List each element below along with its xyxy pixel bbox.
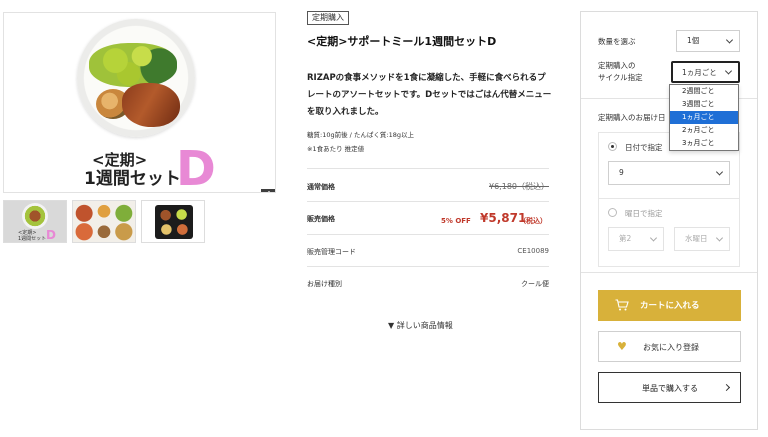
shipping-type-row: お届け種別 クール便	[307, 266, 549, 299]
fieldset-separator	[599, 198, 739, 199]
thumbnail-caption: <定期> 1週間セット	[18, 230, 47, 242]
week-number-value: 第2	[619, 234, 632, 243]
buy-single-label: 単品で購入する	[642, 384, 698, 393]
week-number-select[interactable]: 第2	[608, 227, 664, 251]
regular-price-value: ¥6,180（税込）	[489, 182, 549, 191]
weekday-value: 水曜日	[685, 234, 708, 243]
quantity-select[interactable]: 1個	[676, 30, 740, 52]
product-details-link[interactable]: ▼ 詳しい商品情報	[388, 320, 453, 331]
sale-price-row: 販売価格 5% OFF ¥5,871 （税込）	[307, 201, 549, 234]
food-greens-image	[89, 43, 177, 87]
subscription-tag: 定期購入	[307, 11, 349, 25]
chevron-down-icon	[715, 234, 724, 242]
thumbnail-tray-image	[155, 205, 193, 239]
image-caption: <定期> 1週間セット	[84, 151, 181, 189]
image-caption-line2: 1週間セット	[84, 169, 181, 189]
regular-price-row: 通常価格 ¥6,180（税込）	[307, 168, 549, 201]
by-weekday-radio[interactable]	[608, 208, 617, 217]
cycle-option[interactable]: 3ヵ月ごと	[670, 137, 738, 150]
cycle-label-line1: 定期購入の	[598, 61, 636, 70]
cycle-select-value: 1ヵ月ごと	[682, 68, 717, 77]
add-to-cart-button[interactable]: カートに入れる	[598, 290, 741, 321]
cart-icon	[615, 299, 629, 311]
cycle-option[interactable]: 2ヵ月ごと	[670, 124, 738, 137]
delivery-day-value: 9	[619, 168, 624, 177]
nutrition-line-1: 糖質:10g前後 / たんぱく質:18g以上	[307, 131, 414, 139]
chevron-down-icon	[715, 168, 724, 176]
product-code-label: 販売管理コード	[307, 248, 356, 256]
product-code-value: CE10089	[517, 247, 549, 255]
add-to-favorites-label: お気に入り登録	[643, 343, 699, 352]
thumbnail-plate-image	[22, 203, 48, 229]
delivery-date-options: 日付で指定 9 曜日で指定 第2 水曜日	[598, 132, 740, 267]
discount-badge: 5% OFF	[441, 217, 471, 225]
thumbnail-1[interactable]: <定期> 1週間セット D	[3, 200, 67, 243]
cycle-select[interactable]: 1ヵ月ごと	[671, 61, 740, 83]
chevron-down-icon	[649, 234, 658, 242]
cycle-option[interactable]: 3週間ごと	[670, 98, 738, 111]
thumbnail-letter: D	[46, 228, 56, 242]
thumbnail-2[interactable]	[72, 200, 136, 243]
cycle-label-line2: サイクル指定	[598, 73, 643, 82]
product-description: RIZAPの食事メソッドを1食に凝縮した、手軽に食べられるプレートのアソートセッ…	[307, 73, 552, 117]
chevron-right-icon	[722, 383, 731, 392]
quantity-label: 数量を選ぶ	[598, 37, 636, 46]
shipping-type-label: お届け種別	[307, 280, 342, 288]
cycle-dropdown-list: 2週間ごと 3週間ごと 1ヵ月ごと 2ヵ月ごと 3ヵ月ごと	[669, 84, 739, 151]
delivery-day-select[interactable]: 9	[608, 161, 730, 185]
main-product-image[interactable]: <定期> 1週間セット D +	[3, 12, 276, 193]
product-title: <定期>サポートミール1週間セットD	[307, 35, 497, 48]
sale-price-label: 販売価格	[307, 215, 335, 223]
nutrition-line-2: ※1食あたり 推定値	[307, 145, 365, 153]
shipping-type-value: クール便	[521, 280, 549, 288]
product-code-row: 販売管理コード CE10089	[307, 234, 549, 266]
zoom-button[interactable]: +	[261, 189, 275, 192]
cycle-option[interactable]: 1ヵ月ごと	[670, 111, 738, 124]
image-caption-line1: <定期>	[92, 151, 148, 169]
regular-price-label: 通常価格	[307, 183, 335, 191]
by-date-label: 日付で指定	[625, 143, 663, 152]
by-weekday-label: 曜日で指定	[625, 209, 663, 218]
heart-icon: ♥	[617, 340, 627, 353]
chevron-down-icon	[725, 36, 734, 44]
cycle-option[interactable]: 2週間ごと	[670, 85, 738, 98]
nutrition-info: 糖質:10g前後 / たんぱく質:18g以上 ※1食あたり 推定値	[307, 128, 414, 156]
buy-single-button[interactable]: 単品で購入する	[598, 372, 741, 403]
chevron-down-icon	[724, 67, 733, 75]
add-to-cart-label: カートに入れる	[640, 301, 700, 311]
cycle-label: 定期購入の サイクル指定	[598, 60, 643, 84]
quantity-select-value: 1個	[687, 36, 700, 45]
delivery-date-label: 定期購入のお届け日	[598, 113, 666, 122]
by-date-radio[interactable]	[608, 142, 617, 151]
purchase-panel: 数量を選ぶ 1個 定期購入の サイクル指定 1ヵ月ごと 定期購入のお届け日 日付…	[580, 11, 758, 430]
food-chicken-image	[122, 83, 180, 127]
image-caption-letter: D	[176, 141, 216, 193]
thumbnail-3[interactable]	[141, 200, 205, 243]
sale-price-tax: （税込）	[519, 217, 547, 225]
weekday-select[interactable]: 水曜日	[674, 227, 730, 251]
panel-divider	[581, 272, 757, 273]
add-to-favorites-button[interactable]: ♥ お気に入り登録	[598, 331, 741, 362]
